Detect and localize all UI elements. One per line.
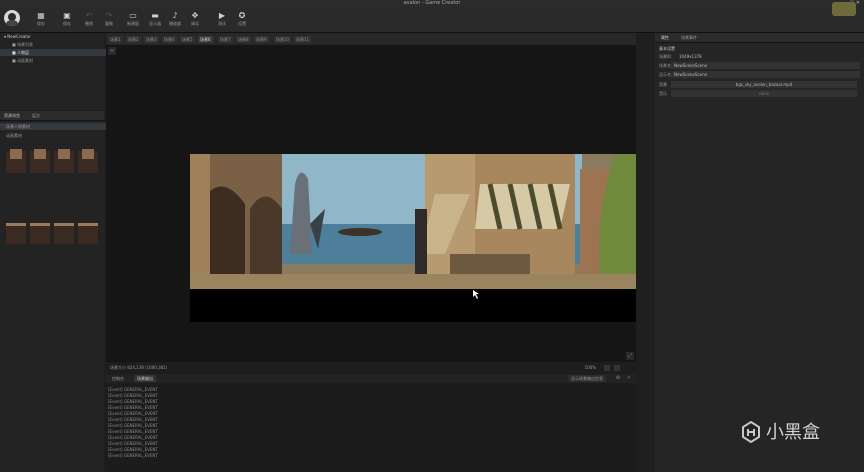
scene-illustration: [190, 154, 636, 322]
inspector-panel: 属性 场景事件 基本设置 场景ID 1049x1378 场景名 NewScene…: [655, 33, 864, 472]
new-window-button[interactable]: ▭ 新建窗: [124, 10, 142, 30]
sprite-thumbnails-row-1[interactable]: [6, 149, 98, 175]
play-icon: ▶: [218, 11, 226, 20]
grid-icon: ▦: [37, 11, 45, 20]
status-bar: 场景大小 824,138 (1600,381) 100%: [106, 364, 636, 372]
asset-tabs: 资源浏览 层次: [0, 111, 104, 121]
watermark-logo-icon: [742, 420, 760, 444]
scene-id-value: 1049x1378: [679, 54, 702, 59]
tab-hierarchy[interactable]: 层次: [32, 112, 40, 119]
tab-scene[interactable]: 场景4: [162, 36, 177, 43]
sprite-thumbnails-row-2[interactable]: [6, 219, 98, 245]
project-panel: ▾ NewCreator ■ 场景列表 ■ 人物层 ■ 动画素材: [0, 33, 116, 110]
music-field[interactable]: none: [671, 90, 857, 97]
music-icon: ♪: [172, 11, 178, 20]
monitor-button[interactable]: ▬ 显示器: [146, 10, 164, 30]
zoom-label: 100%: [584, 365, 596, 370]
tab-assets[interactable]: 资源浏览: [4, 112, 20, 119]
folder-icon: ■: [12, 42, 16, 47]
fit-view-icon[interactable]: ⤢: [626, 352, 634, 360]
tab-scene[interactable]: 场景11: [294, 36, 312, 43]
player-button[interactable]: ♪ 播放器: [166, 10, 184, 30]
tab-scene-active[interactable]: 场景6: [198, 36, 213, 43]
section-title: 基本设置: [659, 46, 675, 51]
undo-icon: ↶: [85, 11, 93, 20]
show-output-button[interactable]: 显示场景输出信息: [568, 375, 606, 382]
tree-item[interactable]: ■ 场景列表: [0, 41, 116, 48]
tab-scene-output[interactable]: 场景输出: [134, 375, 156, 382]
splitter[interactable]: [637, 33, 654, 472]
console-tabs: 控制台 场景输出 显示场景输出信息 ⊘ ▿: [106, 374, 636, 383]
console-line: [Event] GENERAL_EVENT: [108, 453, 158, 458]
redo-icon: ↷: [105, 11, 113, 20]
tab-scene[interactable]: 场景2: [126, 36, 141, 43]
watermark-text: 小黑盒: [766, 422, 820, 443]
debug-button[interactable]: ✥ 调试: [186, 10, 204, 30]
snap-toggle-icon[interactable]: [614, 365, 620, 371]
debug-icon: ✥: [191, 11, 199, 20]
folder-icon: ■: [12, 58, 16, 63]
test-button[interactable]: ▶ 测试: [213, 10, 231, 30]
avatar[interactable]: [4, 10, 20, 26]
tree-item-selected[interactable]: ■ 人物层: [0, 49, 116, 56]
tab-scene[interactable]: 场景7: [218, 36, 233, 43]
gear-icon: ✪: [238, 11, 246, 20]
field-label: 背景: [659, 82, 667, 87]
redo-button[interactable]: ↷ 重做: [100, 10, 118, 30]
folder-icon: ■: [12, 50, 16, 55]
save-button[interactable]: ▣ 保存: [58, 10, 76, 30]
tab-scene[interactable]: 场景9: [254, 36, 269, 43]
scene-name-field[interactable]: NewSceneScene: [671, 62, 860, 69]
scene-canvas[interactable]: [190, 154, 636, 322]
tab-properties[interactable]: 属性: [661, 34, 669, 41]
settings-button[interactable]: ✪ 设置: [233, 10, 251, 30]
tab-scene[interactable]: 场景10: [274, 36, 292, 43]
viewport-menu-icon[interactable]: ≡: [108, 47, 116, 55]
window-icon: ▭: [129, 11, 137, 20]
asset-panel: 资源浏览 层次 场景人物素材 动画素材: [0, 111, 110, 472]
display-name-field[interactable]: NewSceneScene: [671, 71, 860, 78]
project-root[interactable]: ▾ NewCreator: [0, 33, 108, 40]
filter-icon[interactable]: ▿: [627, 375, 630, 382]
console-panel: [106, 373, 636, 472]
tab-scene[interactable]: 场景1: [108, 36, 123, 43]
asset-row[interactable]: 动画素材: [0, 132, 110, 139]
grid-toggle-icon[interactable]: [604, 365, 610, 371]
clear-icon[interactable]: ⊘: [616, 375, 620, 382]
asset-row-selected[interactable]: 场景人物素材: [0, 123, 110, 130]
tab-scene-events[interactable]: 场景事件: [681, 34, 697, 41]
status-text: 场景大小 824,138 (1600,381): [110, 365, 168, 370]
tab-scene[interactable]: 场景8: [236, 36, 251, 43]
inspector-tabs: 属性 场景事件: [655, 33, 864, 43]
title-bar: avalon - Game Creator — ▢ ✕: [0, 0, 864, 7]
tab-scene[interactable]: 场景3: [144, 36, 159, 43]
save-icon: ▣: [63, 11, 71, 20]
scene-tabs: 场景1 场景2 场景3 场景4 场景5 场景6 场景7 场景8 场景9 场景10…: [106, 33, 636, 45]
user-badge-icon[interactable]: [832, 2, 856, 16]
window-title: avalon - Game Creator: [403, 0, 461, 6]
field-label: 场景名: [659, 63, 671, 68]
field-label: 显示名: [659, 72, 671, 77]
main-toolbar: ▦ 保存 ▣ 保存 ↶ 撤销 ↷ 重做 ▭ 新建窗 ▬ 显示器 ♪ 播放器 ✥ 调试 ▶ 测试 ✪…: [0, 7, 864, 33]
apps-button[interactable]: ▦ 保存: [32, 10, 50, 30]
tab-scene[interactable]: 场景5: [180, 36, 195, 43]
tab-console[interactable]: 控制台: [112, 375, 124, 382]
folder-icon: ▬: [151, 11, 159, 20]
undo-button[interactable]: ↶ 撤销: [80, 10, 98, 30]
background-field[interactable]: bgs_sky_avalon_bazaar.mp4: [671, 81, 857, 88]
tree-item[interactable]: ■ 动画素材: [0, 57, 116, 64]
field-label: 音乐: [659, 91, 667, 96]
field-label: 场景ID: [659, 54, 672, 59]
